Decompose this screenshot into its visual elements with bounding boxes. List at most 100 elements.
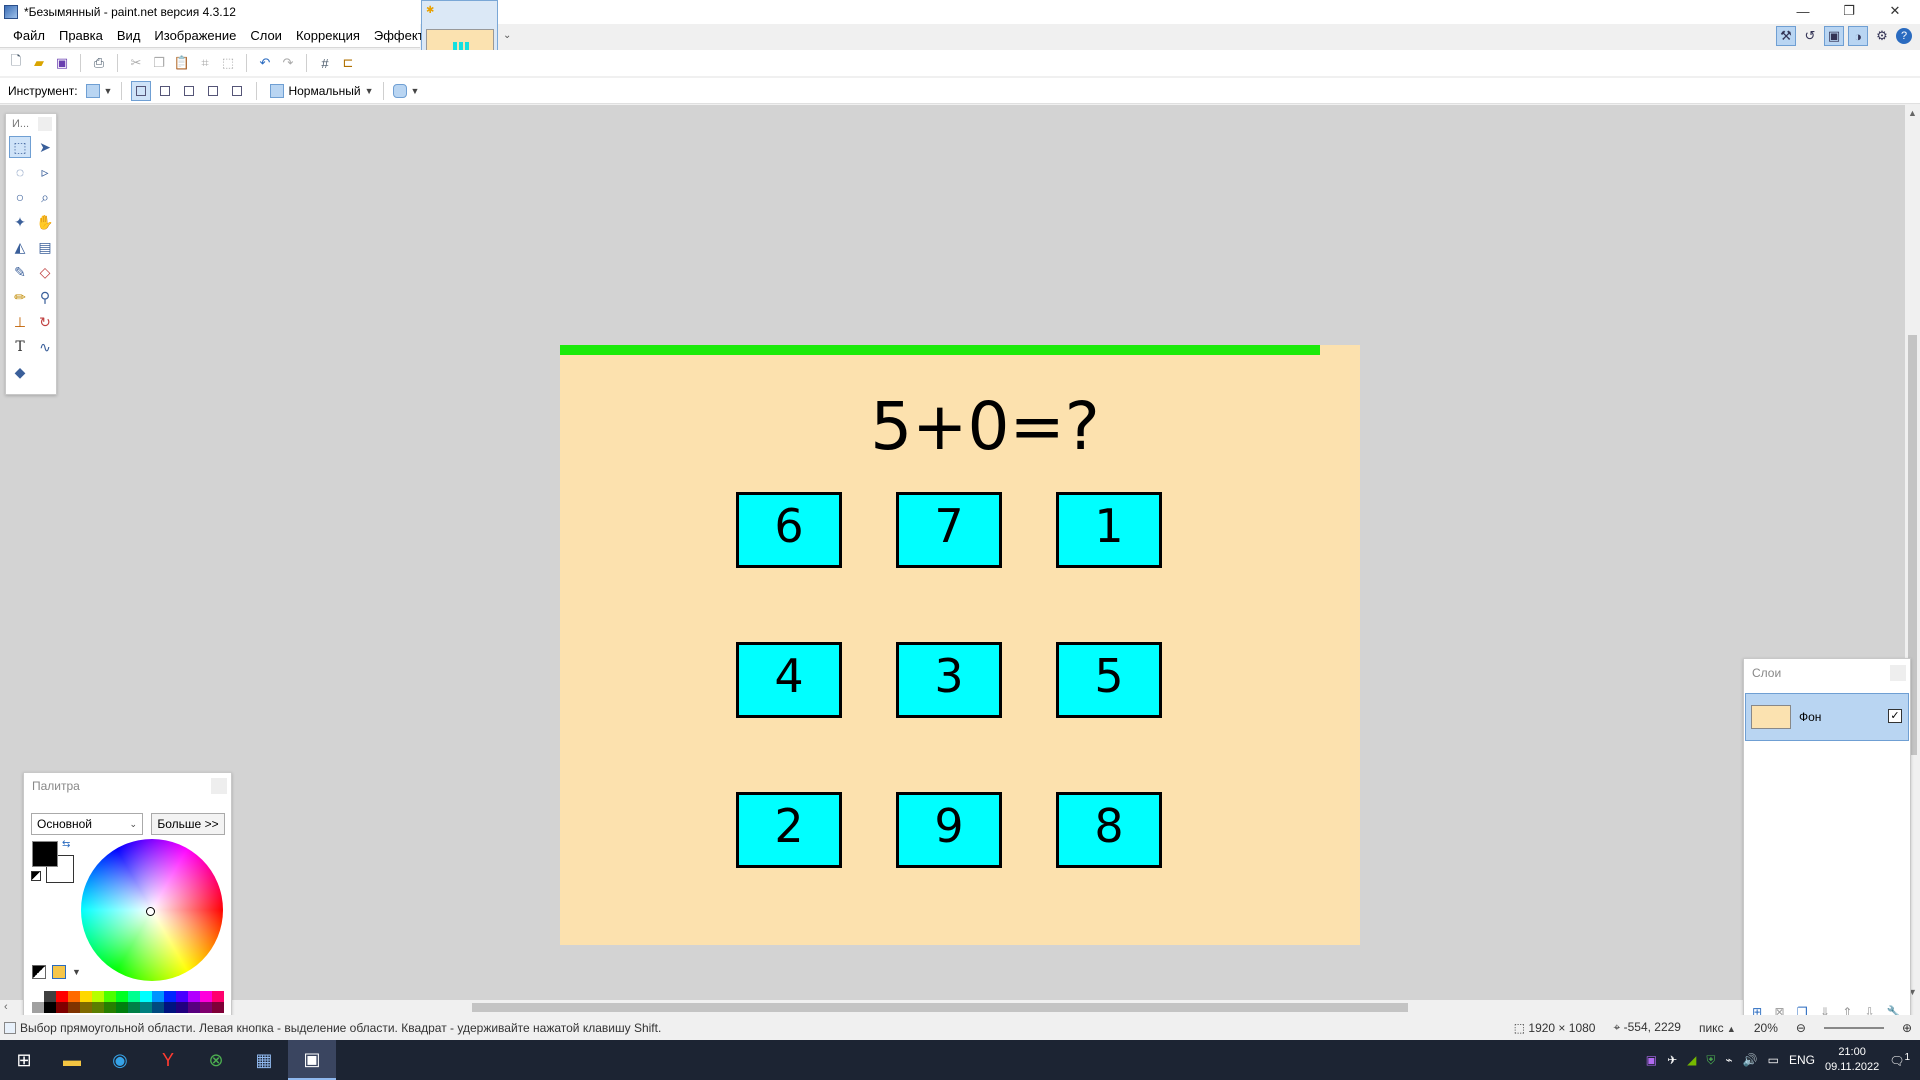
color-wheel-cursor[interactable] bbox=[146, 907, 155, 916]
cut-icon[interactable]: ✂ bbox=[126, 53, 146, 73]
zoom-readout[interactable]: 20% bbox=[1754, 1021, 1778, 1035]
palette-swatch[interactable] bbox=[128, 991, 140, 1002]
canvas-workspace[interactable]: 5+0=? 6 7 1 4 3 5 2 9 8 bbox=[0, 105, 1905, 1000]
selection-mode-union[interactable] bbox=[155, 81, 175, 101]
selection-mode-invert[interactable] bbox=[227, 81, 247, 101]
current-tool-icon[interactable] bbox=[85, 83, 100, 98]
tools-window-close-button[interactable] bbox=[38, 117, 52, 131]
palette-swatch[interactable] bbox=[32, 991, 44, 1002]
zoom-tool-icon[interactable]: ⌕ bbox=[34, 186, 56, 208]
eraser-tool-icon[interactable]: ◇ bbox=[34, 261, 56, 283]
answer-option[interactable]: 6 bbox=[736, 492, 842, 568]
paint-bucket-tool-icon[interactable]: ◭ bbox=[9, 236, 31, 258]
tray-arrow-icon[interactable]: ✈ bbox=[1667, 1053, 1677, 1067]
language-indicator[interactable]: ENG bbox=[1789, 1053, 1815, 1067]
palette-swatch[interactable] bbox=[164, 1002, 176, 1013]
layer-visibility-checkbox[interactable]: ✓ bbox=[1888, 709, 1902, 723]
answer-option[interactable]: 3 bbox=[896, 642, 1002, 718]
units-select[interactable]: пикс ▲ bbox=[1699, 1021, 1736, 1035]
swap-colors-icon[interactable]: ⇆ bbox=[62, 839, 70, 850]
shapes-tool-icon[interactable]: ◆ bbox=[9, 361, 31, 383]
file-explorer-icon[interactable]: ▬ bbox=[48, 1040, 96, 1080]
display-icon[interactable]: ▭ bbox=[1768, 1053, 1779, 1067]
palette-swatch[interactable] bbox=[140, 991, 152, 1002]
save-icon[interactable]: ▣ bbox=[52, 53, 72, 73]
selection-mode-exclude[interactable] bbox=[179, 81, 199, 101]
palette-swatch[interactable] bbox=[92, 991, 104, 1002]
answer-option[interactable]: 8 bbox=[1056, 792, 1162, 868]
rulers-icon[interactable]: ⊏ bbox=[338, 53, 358, 73]
image-canvas[interactable]: 5+0=? 6 7 1 4 3 5 2 9 8 bbox=[560, 345, 1360, 945]
windows-start-icon[interactable]: ⊞ bbox=[0, 1040, 48, 1080]
palette-select[interactable]: Основной ⌄ bbox=[31, 813, 143, 835]
gradient-tool-icon[interactable]: ▤ bbox=[34, 236, 56, 258]
settings-gear-icon[interactable]: ⚙ bbox=[1872, 26, 1892, 46]
layers-window-close-button[interactable] bbox=[1890, 665, 1906, 681]
palette-menu-icon[interactable] bbox=[52, 965, 66, 979]
selection-mode-replace[interactable] bbox=[131, 80, 152, 101]
palette-swatch[interactable] bbox=[44, 991, 56, 1002]
print-icon[interactable]: ⎙ bbox=[89, 53, 109, 73]
palette-swatch[interactable] bbox=[32, 1002, 44, 1013]
minimize-button[interactable]: — bbox=[1780, 0, 1826, 22]
palette-swatch[interactable] bbox=[152, 1002, 164, 1013]
tools-window-toggle-icon[interactable]: ⚒ bbox=[1776, 26, 1796, 46]
notifications-icon[interactable]: 🗨1 bbox=[1889, 1052, 1910, 1068]
scroll-up-icon[interactable]: ▲ bbox=[1908, 108, 1917, 118]
redo-icon[interactable]: ↷ bbox=[278, 53, 298, 73]
network-icon[interactable]: ⌁ bbox=[1725, 1053, 1732, 1067]
palette-swatch[interactable] bbox=[152, 991, 164, 1002]
security-icon[interactable]: ⛨ bbox=[1706, 1053, 1715, 1068]
layer-item-background[interactable]: Фон ✓ bbox=[1745, 693, 1909, 741]
palette-swatch[interactable] bbox=[212, 991, 224, 1002]
move-selection-tool-icon[interactable]: ▹ bbox=[34, 161, 56, 183]
color-picker-tool-icon[interactable]: ⚲ bbox=[34, 286, 56, 308]
grid-icon[interactable]: # bbox=[315, 53, 335, 73]
recolor-tool-icon[interactable]: ↻ bbox=[34, 311, 56, 333]
paintbrush-tool-icon[interactable]: ✎ bbox=[9, 261, 31, 283]
palette-swatch[interactable] bbox=[44, 1002, 56, 1013]
palette-swatch[interactable] bbox=[116, 991, 128, 1002]
edge-browser-icon[interactable]: ◉ bbox=[96, 1040, 144, 1080]
palette-swatch[interactable] bbox=[116, 1002, 128, 1013]
more-button[interactable]: Больше >> bbox=[151, 813, 225, 835]
palette-swatch[interactable] bbox=[56, 1002, 68, 1013]
palette-swatch[interactable] bbox=[212, 1002, 224, 1013]
palette-swatch[interactable] bbox=[68, 1002, 80, 1013]
menu-file[interactable]: Файл bbox=[6, 24, 52, 48]
ellipse-select-tool-icon[interactable]: ○ bbox=[9, 186, 31, 208]
palette-swatch[interactable] bbox=[68, 991, 80, 1002]
palette-swatch[interactable] bbox=[176, 991, 188, 1002]
tray-app-icon[interactable]: ▣ bbox=[1646, 1053, 1657, 1067]
undo-icon[interactable]: ↶ bbox=[255, 53, 275, 73]
menu-layers[interactable]: Слои bbox=[243, 24, 289, 48]
tool-dropdown-icon[interactable]: ▼ bbox=[104, 86, 113, 96]
palette-window-close-button[interactable] bbox=[211, 778, 227, 794]
black-white-icon[interactable] bbox=[32, 965, 46, 979]
line-curve-tool-icon[interactable]: ∿ bbox=[34, 336, 56, 358]
horizontal-scroll-thumb[interactable] bbox=[472, 1003, 1408, 1012]
magic-wand-tool-icon[interactable]: ✦ bbox=[9, 211, 31, 233]
history-window-toggle-icon[interactable]: ↺ bbox=[1800, 26, 1820, 46]
copy-icon[interactable]: ❐ bbox=[149, 53, 169, 73]
lasso-select-tool-icon[interactable]: ◌ bbox=[9, 161, 31, 183]
answer-option[interactable]: 9 bbox=[896, 792, 1002, 868]
selection-mode-intersect[interactable] bbox=[203, 81, 223, 101]
answer-option[interactable]: 5 bbox=[1056, 642, 1162, 718]
paintnet-taskbar-icon[interactable]: ▣ bbox=[288, 1040, 336, 1080]
paint-app-icon[interactable]: ▦ bbox=[240, 1040, 288, 1080]
close-button[interactable]: ✕ bbox=[1872, 0, 1918, 22]
xbox-icon[interactable]: ⊗ bbox=[192, 1040, 240, 1080]
paste-icon[interactable]: 📋 bbox=[172, 53, 192, 73]
selection-clipping-mode[interactable]: Нормальный ▼ bbox=[270, 83, 374, 98]
answer-option[interactable]: 1 bbox=[1056, 492, 1162, 568]
text-tool-icon[interactable]: T bbox=[9, 336, 31, 358]
help-icon[interactable]: ? bbox=[1896, 28, 1912, 44]
answer-option[interactable]: 7 bbox=[896, 492, 1002, 568]
antialiasing-dropdown-icon[interactable]: ▼ bbox=[411, 86, 420, 96]
palette-swatch[interactable] bbox=[200, 991, 212, 1002]
palette-swatch[interactable] bbox=[80, 1002, 92, 1013]
palette-swatch[interactable] bbox=[188, 991, 200, 1002]
yandex-browser-icon[interactable]: Y bbox=[144, 1040, 192, 1080]
menu-view[interactable]: Вид bbox=[110, 24, 148, 48]
